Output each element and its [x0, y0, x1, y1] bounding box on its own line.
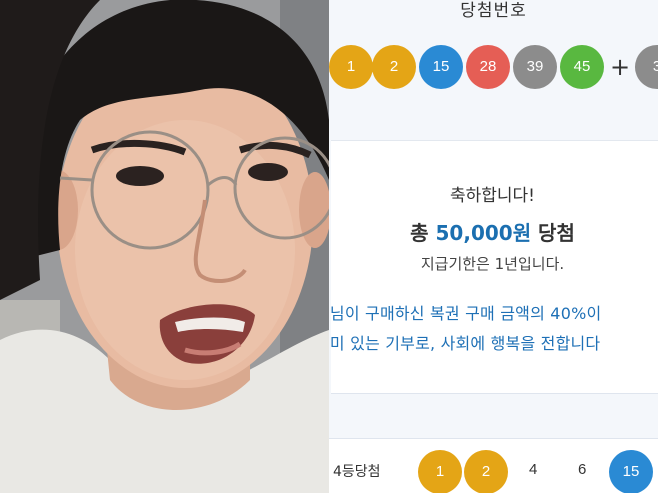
bonus-ball: 3 — [635, 45, 658, 89]
payment-deadline: 지급기한은 1년입니다. — [420, 255, 565, 273]
ticket-number-3: 4 — [529, 461, 538, 478]
ticket-number-4: 6 — [578, 461, 587, 478]
donation-message-line-1: 객님이 구매하신 복권 구매 금액의 40%이 — [329, 304, 602, 323]
donation-message-line-2: 의미 있는 기부로, 사회에 행복을 전합니다 — [329, 334, 601, 353]
ticket-ball-2: 2 — [464, 450, 508, 493]
winning-ball-3: 15 — [419, 45, 463, 89]
congrats-text: 축하합니다! — [449, 186, 535, 206]
prize-amount: 총 50,000원 당첨 — [329, 217, 656, 246]
ticket-ball-5: 15 — [609, 450, 653, 493]
lottery-result-panel: 당첨번호 1 2 15 28 39 45 + 3 축하합니다! 총 50,000… — [329, 0, 658, 493]
ticket-result-row: 4등당첨 1 2 4 6 15 — [329, 438, 658, 493]
plus-sign: + — [610, 53, 631, 81]
prize-suffix: 당첨 — [531, 221, 575, 245]
ticket-ball-1: 1 — [418, 450, 462, 493]
prize-prefix: 총 — [410, 221, 436, 245]
winning-ball-4: 28 — [466, 45, 510, 89]
person-illustration — [0, 0, 329, 493]
winning-ball-5: 39 — [513, 45, 557, 89]
prize-value: 50,000원 — [435, 221, 532, 245]
winning-ball-1: 1 — [329, 45, 373, 89]
rank-label: 4등당첨 — [333, 464, 381, 480]
winning-ball-2: 2 — [372, 45, 416, 89]
winning-ball-6: 45 — [560, 45, 604, 89]
person-photo — [0, 0, 329, 493]
winning-numbers-title: 당첨번호 — [460, 1, 527, 21]
